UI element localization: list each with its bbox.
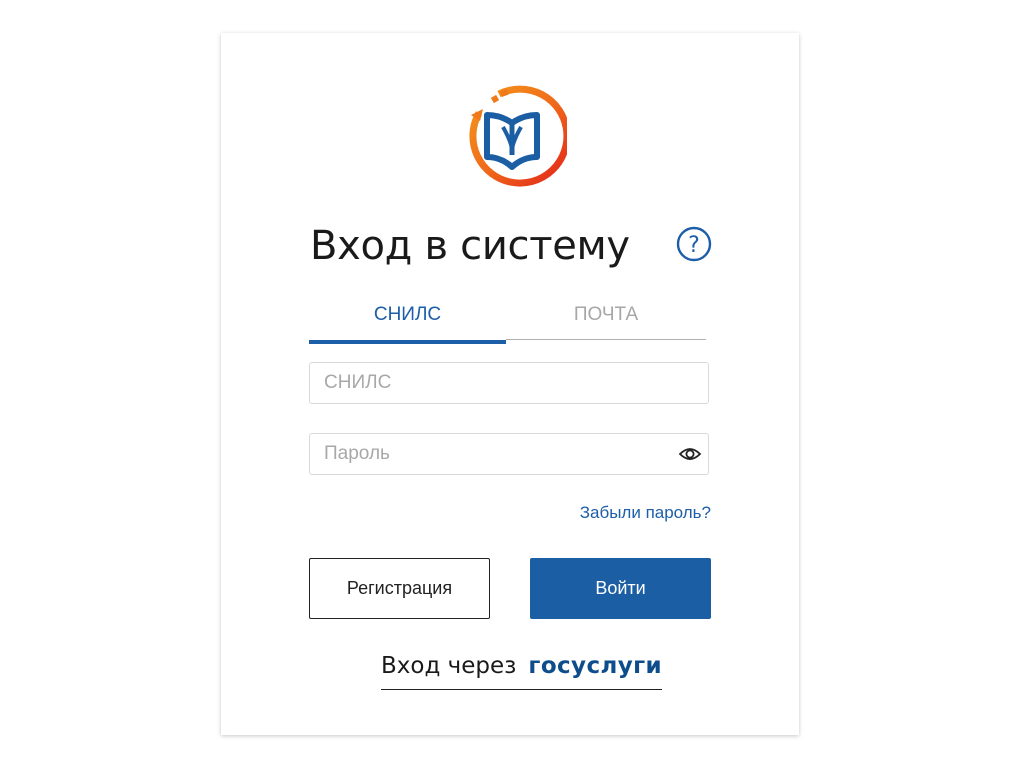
tab-email[interactable]: ПОЧТА (506, 298, 706, 340)
snils-field (309, 362, 709, 404)
gosuslugi-login-text: Вход через (381, 653, 517, 679)
login-method-tabs: СНИЛС ПОЧТА (309, 298, 706, 344)
question-circle-icon[interactable]: ? (676, 226, 712, 262)
password-field (309, 433, 709, 475)
password-input[interactable] (310, 434, 654, 474)
gosuslugi-brand-logo: госуслуги (528, 653, 663, 679)
login-button[interactable]: Войти (530, 558, 711, 619)
forgot-password-link[interactable]: Забыли пароль? (580, 503, 711, 523)
login-card: Вход в систему ? СНИЛС ПОЧТА Забыли паро… (221, 33, 799, 735)
snils-input[interactable] (310, 363, 654, 403)
page-title: Вход в систему (310, 223, 630, 269)
svg-text:?: ? (688, 233, 700, 258)
tab-snils[interactable]: СНИЛС (309, 298, 506, 344)
eye-icon[interactable] (678, 444, 702, 464)
gosuslugi-login-link[interactable]: Вход через госуслуги (381, 653, 663, 690)
book-circle-logo (469, 85, 567, 187)
register-button[interactable]: Регистрация (309, 558, 490, 619)
